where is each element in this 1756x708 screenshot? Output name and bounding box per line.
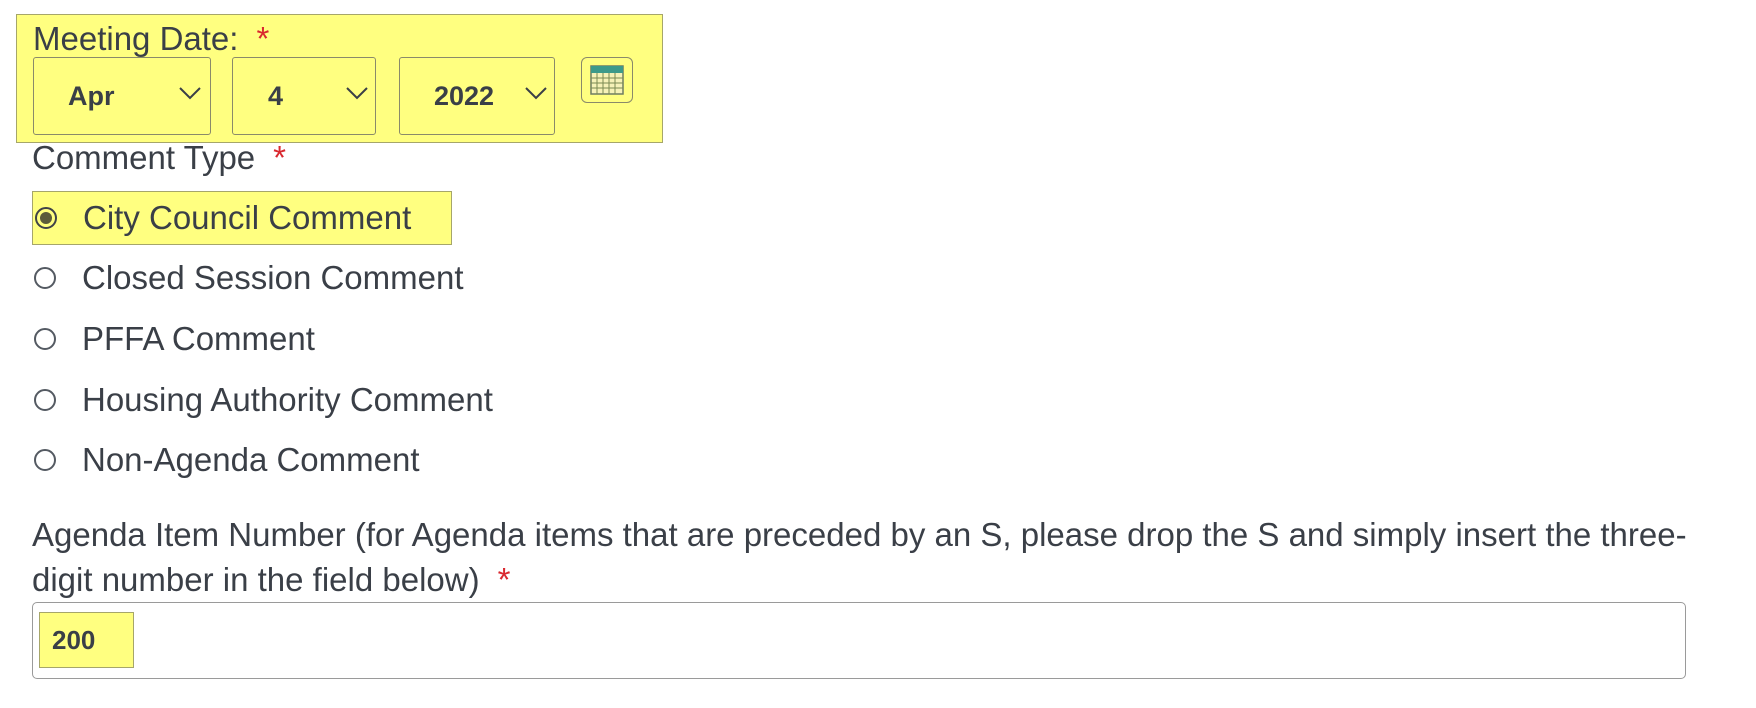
- required-asterisk: *: [497, 561, 511, 598]
- radio-pffa-comment[interactable]: PFFA Comment: [32, 313, 315, 365]
- day-select-value: 4: [268, 80, 284, 111]
- radio-button-checked[interactable]: [35, 207, 57, 229]
- radio-city-council-comment[interactable]: City Council Comment: [32, 191, 452, 245]
- radio-label: PFFA Comment: [82, 320, 315, 357]
- calendar-icon: [590, 65, 624, 95]
- meeting-date-group: Meeting Date: * Apr 4 2022: [16, 14, 663, 143]
- required-asterisk: *: [256, 20, 270, 57]
- required-asterisk: *: [273, 139, 286, 176]
- day-select[interactable]: 4: [232, 57, 376, 135]
- month-select[interactable]: Apr: [33, 57, 211, 135]
- month-select-value: Apr: [68, 80, 115, 111]
- radio-non-agenda-comment[interactable]: Non-Agenda Comment: [32, 434, 420, 486]
- calendar-button[interactable]: [581, 57, 633, 103]
- year-select[interactable]: 2022: [399, 57, 555, 135]
- radio-label: Housing Authority Comment: [82, 381, 493, 418]
- radio-button[interactable]: [34, 389, 56, 411]
- radio-label: Non-Agenda Comment: [82, 441, 420, 478]
- radio-housing-authority-comment[interactable]: Housing Authority Comment: [32, 374, 493, 426]
- agenda-item-value: 200: [39, 612, 134, 668]
- radio-button[interactable]: [34, 449, 56, 471]
- meeting-date-label: Meeting Date: *: [33, 20, 270, 57]
- radio-label: City Council Comment: [83, 199, 412, 236]
- radio-button[interactable]: [34, 267, 56, 289]
- radio-closed-session-comment[interactable]: Closed Session Comment: [32, 252, 464, 304]
- chevron-down-icon: [179, 87, 201, 100]
- radio-button[interactable]: [34, 328, 56, 350]
- agenda-item-input[interactable]: 200: [32, 602, 1686, 679]
- agenda-item-label: Agenda Item Number (for Agenda items tha…: [32, 516, 1687, 598]
- chevron-down-icon: [525, 87, 547, 100]
- radio-label: Closed Session Comment: [82, 259, 464, 296]
- year-select-value: 2022: [434, 80, 495, 111]
- comment-type-label: Comment Type *: [32, 139, 286, 176]
- chevron-down-icon: [346, 87, 368, 100]
